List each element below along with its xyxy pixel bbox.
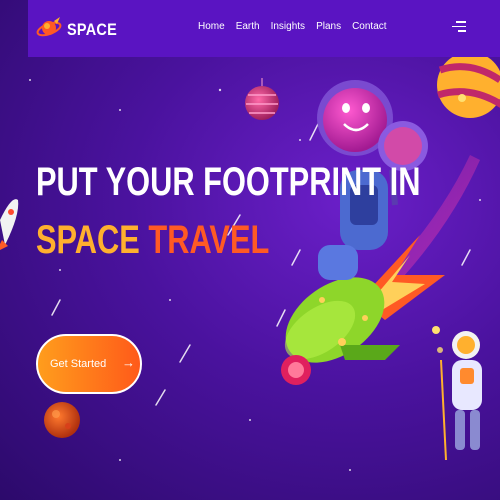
striped-planet <box>436 52 500 118</box>
rocket-logo-icon <box>36 17 62 37</box>
hero-title-line2: SPACE TRAVEL <box>36 211 420 269</box>
arrow-right-icon: → <box>122 355 135 370</box>
hero-title: PUT YOUR FOOTPRINT IN SPACE TRAVEL <box>36 153 420 269</box>
astronaut-explorer <box>432 326 482 461</box>
hero-title-travel: TRAVEL <box>148 218 270 262</box>
get-started-label: Get Started <box>50 358 107 370</box>
hero-title-line1: PUT YOUR FOOTPRINT IN <box>36 160 421 204</box>
hero-title-space: SPACE <box>36 218 140 262</box>
pink-planet <box>245 78 279 120</box>
nav-plans[interactable]: Plans <box>316 21 341 32</box>
nav-contact[interactable]: Contact <box>352 21 386 32</box>
menu-icon[interactable] <box>452 18 466 36</box>
nav-earth[interactable]: Earth <box>236 21 260 32</box>
nav-insights[interactable]: Insights <box>271 21 305 32</box>
small-rocket-icon <box>0 199 19 250</box>
get-started-button[interactable]: Get Started → <box>36 334 142 394</box>
brand-logo[interactable]: SPACE <box>36 14 126 44</box>
navbar: SPACE Home Earth Insights Plans Contact <box>28 0 500 57</box>
main-nav: Home Earth Insights Plans Contact <box>198 21 398 32</box>
nav-home[interactable]: Home <box>198 21 225 32</box>
orange-planet <box>44 402 80 438</box>
brand-name: SPACE <box>67 20 117 39</box>
